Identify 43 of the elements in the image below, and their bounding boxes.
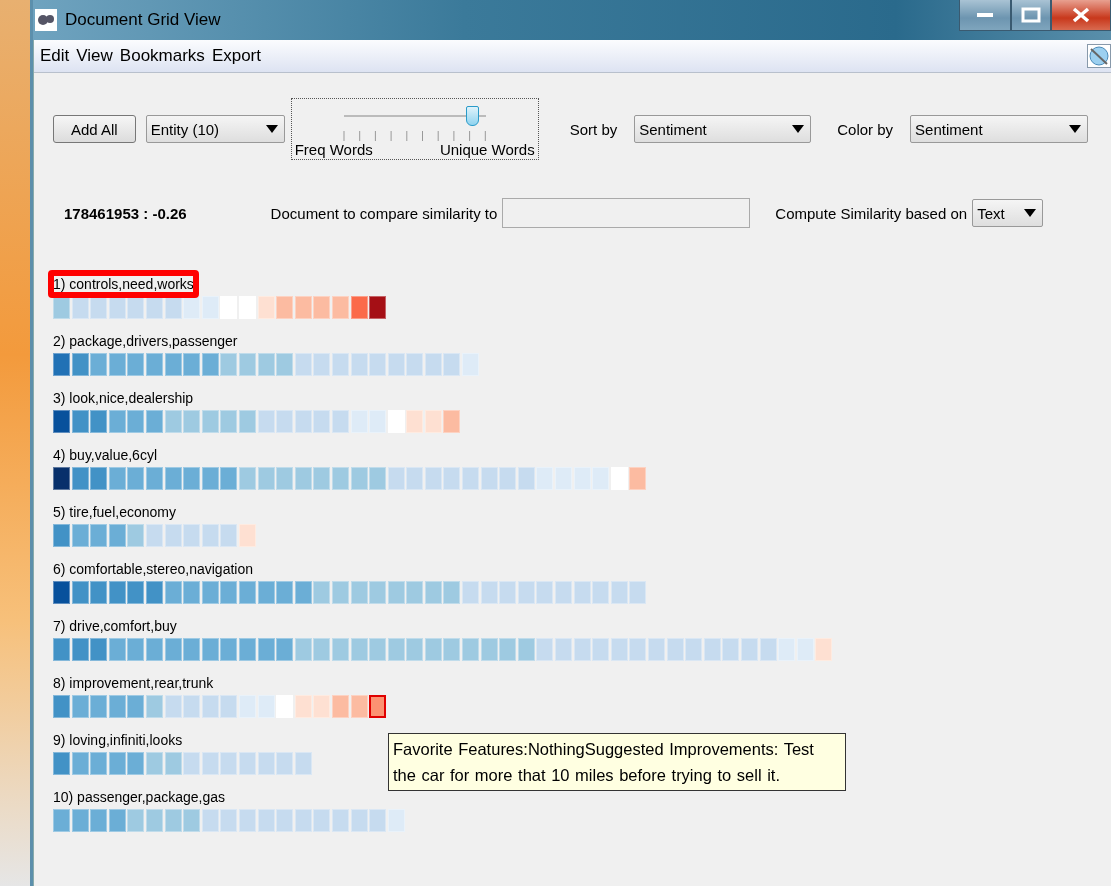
tooltip: Favorite Features:NothingSuggested Improvements: Test the car for more that 10 miles before trying to sell it. bbox=[388, 733, 846, 791]
document-label: 7) drive,comfort,buy bbox=[53, 618, 177, 634]
document-label: 1) controls,need,works bbox=[53, 276, 194, 292]
entity-dropdown[interactable]: Entity (10) bbox=[145, 115, 285, 143]
close-button[interactable] bbox=[1051, 0, 1111, 31]
document-label: 8) improvement,rear,trunk bbox=[53, 675, 214, 691]
menu-item[interactable]: Bookmarks bbox=[117, 46, 210, 66]
sort-dropdown[interactable]: Sentiment bbox=[634, 115, 812, 143]
menu-item[interactable]: Edit bbox=[38, 46, 75, 66]
document-label: 10) passenger,package,gas bbox=[53, 789, 225, 805]
window-title: Document Grid View bbox=[65, 10, 222, 30]
close-icon bbox=[1071, 7, 1091, 23]
slider-thumb[interactable] bbox=[465, 106, 479, 126]
similarity-dropdown[interactable]: Text bbox=[972, 199, 1044, 227]
maximize-button[interactable] bbox=[1011, 0, 1051, 31]
document-label: 2) package,drivers,passenger bbox=[53, 333, 238, 349]
color-label: Color by bbox=[837, 120, 894, 138]
menu-item[interactable]: Export bbox=[209, 46, 266, 66]
caret-icon bbox=[1069, 125, 1082, 133]
color-dropdown[interactable]: Sentiment bbox=[910, 115, 1089, 143]
maximize-icon bbox=[1021, 7, 1041, 23]
document-score: 178461953 : -0.26 bbox=[64, 204, 187, 222]
caret-icon bbox=[265, 125, 278, 133]
document-label: 3) look,nice,dealership bbox=[53, 390, 194, 406]
menu-item[interactable]: View bbox=[74, 46, 118, 66]
document-label: 4) buy,value,6cyl bbox=[53, 447, 157, 463]
compare-label: Document to compare similarity to bbox=[270, 204, 498, 222]
minimize-button[interactable] bbox=[959, 0, 1011, 31]
caret-icon bbox=[792, 125, 805, 133]
app-icon bbox=[35, 9, 57, 31]
document-label: 6) comfortable,stereo,navigation bbox=[53, 561, 253, 577]
document-label: 5) tire,fuel,economy bbox=[53, 504, 176, 520]
slider-label: Freq Words bbox=[294, 141, 373, 158]
document-label: 9) loving,infiniti,looks bbox=[53, 732, 183, 748]
globe-icon bbox=[1087, 44, 1111, 68]
slider-label: Unique Words bbox=[439, 141, 535, 158]
grid-cell[interactable] bbox=[369, 695, 387, 718]
compare-input-field[interactable] bbox=[502, 198, 751, 228]
caret-icon bbox=[1024, 209, 1037, 217]
add-all-button[interactable]: Add All bbox=[53, 115, 136, 143]
sort-label: Sort by bbox=[569, 120, 618, 138]
similarity-label: Compute Similarity based on bbox=[775, 204, 968, 222]
minimize-icon bbox=[977, 13, 993, 17]
